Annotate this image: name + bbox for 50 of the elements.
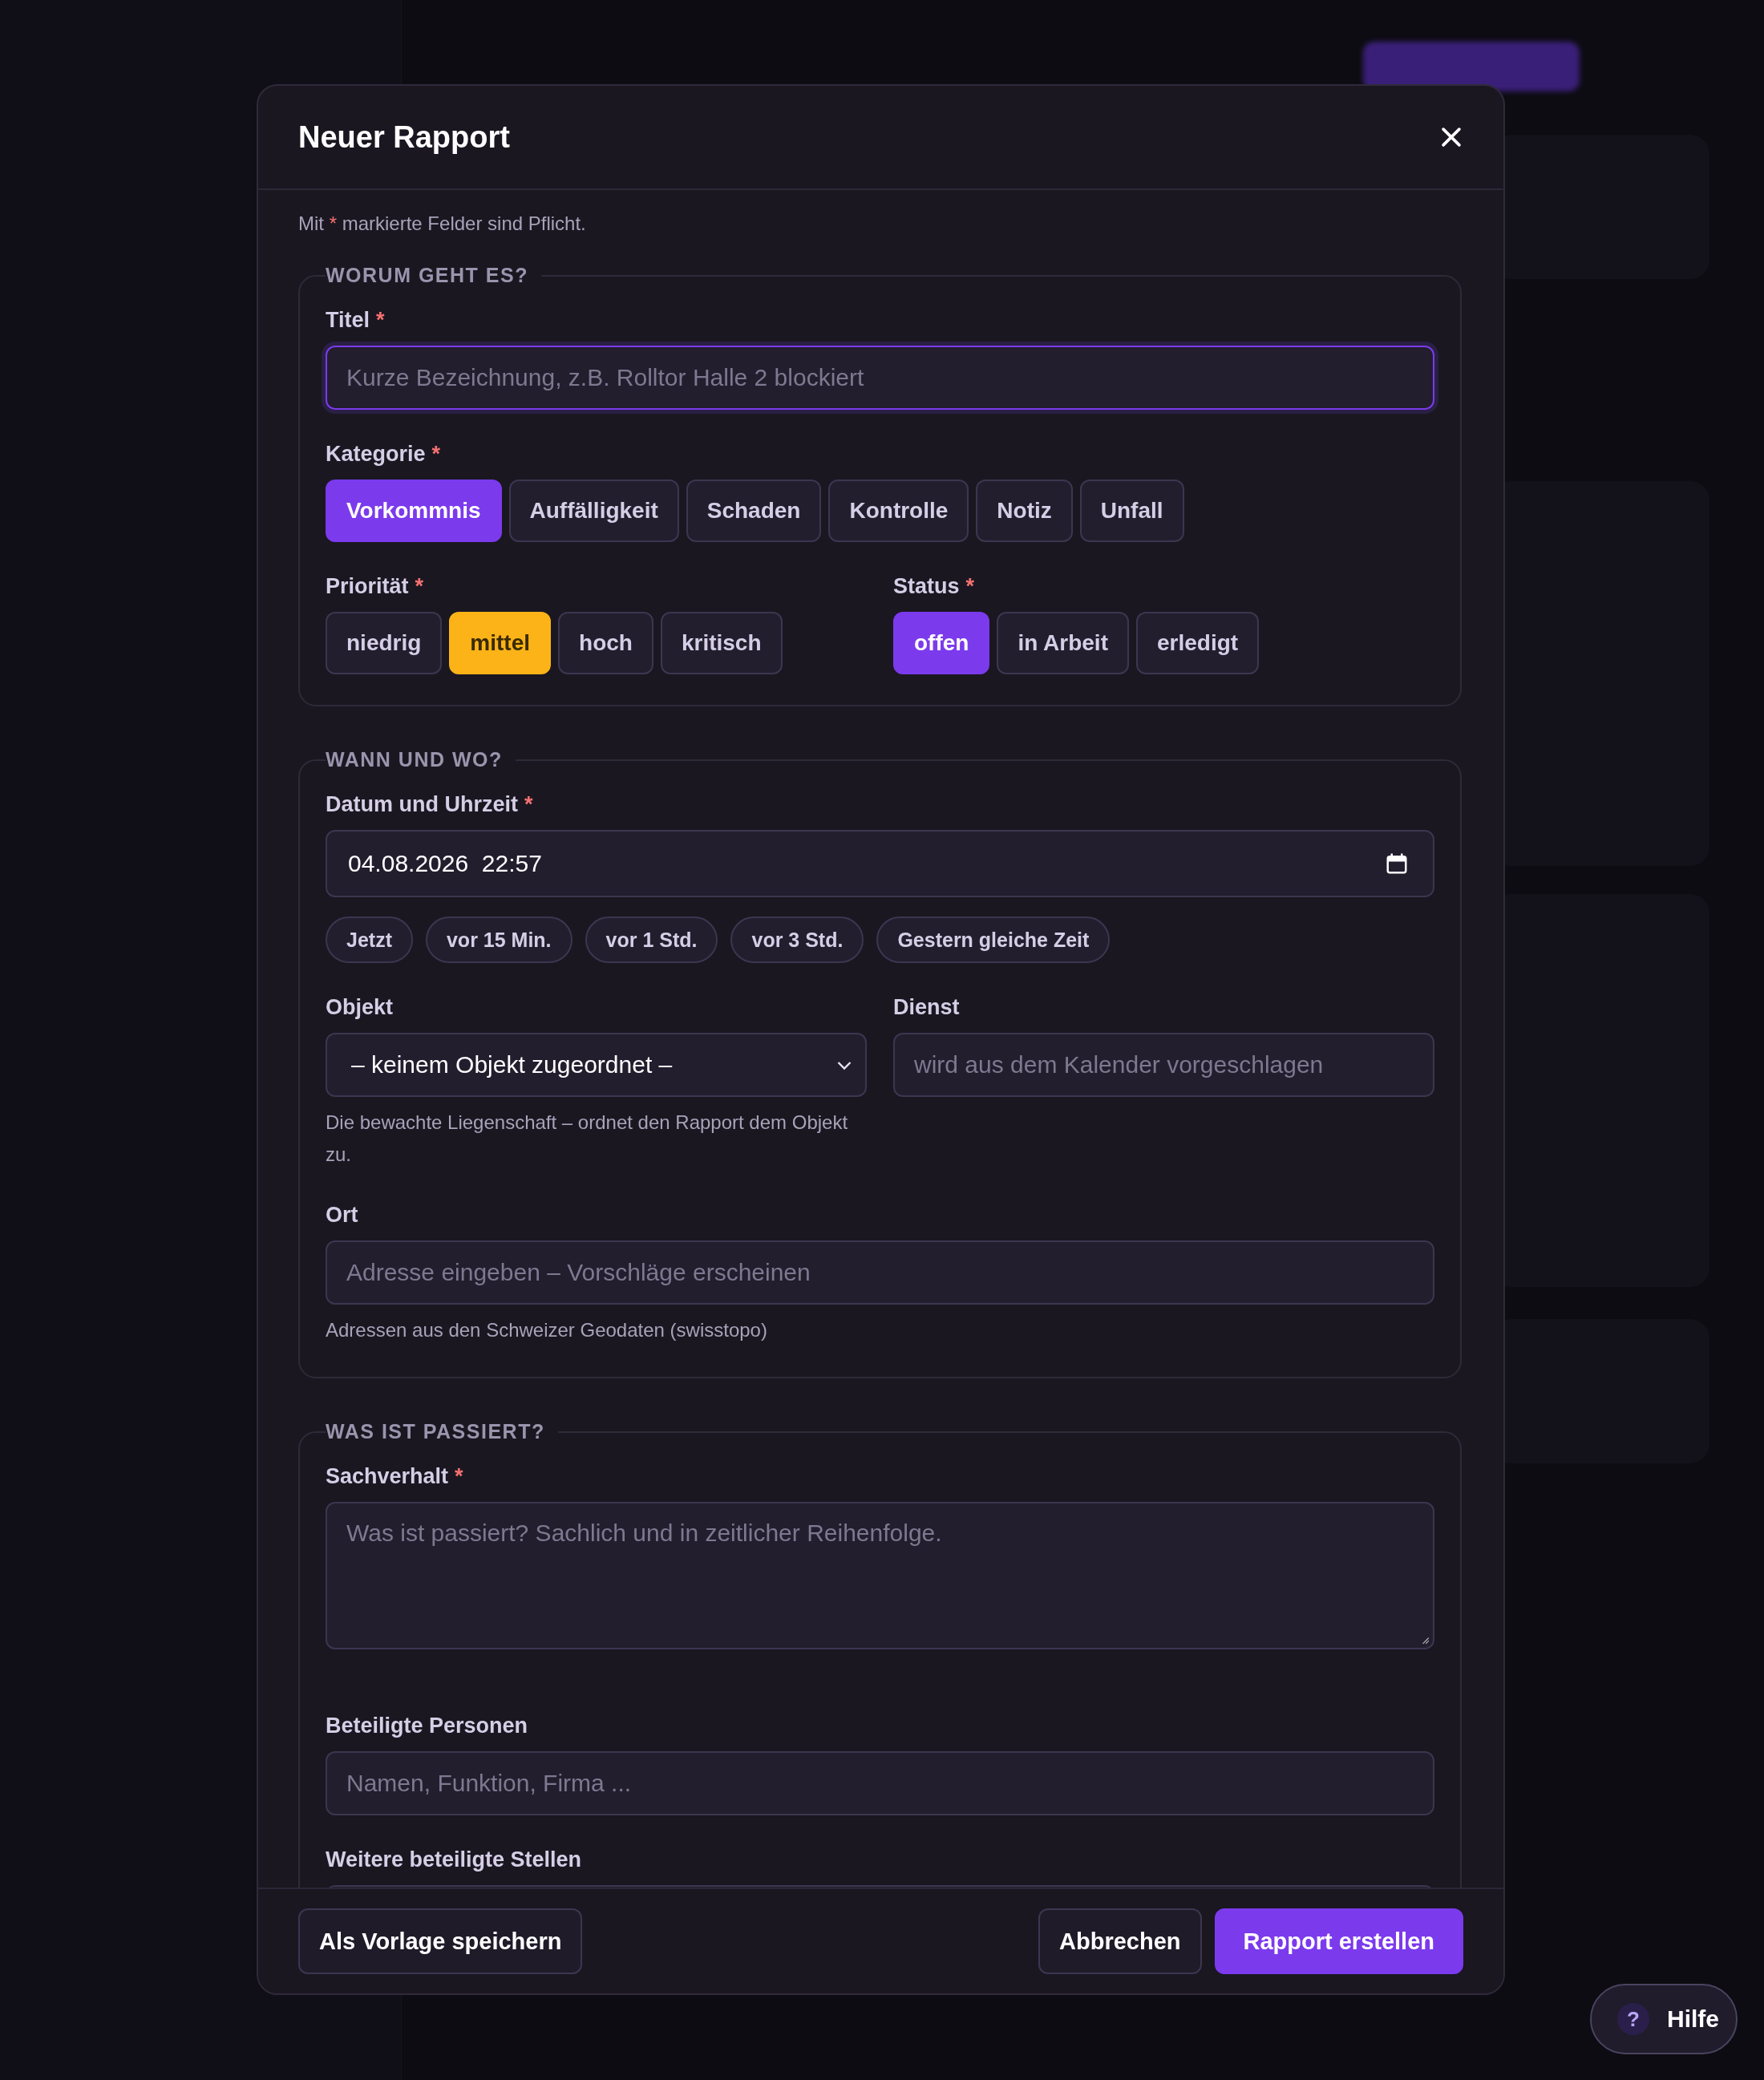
text-field[interactable]: Kurze Bezeichnung, z.B. Rolltor Halle 2 blockiert xyxy=(326,346,1434,410)
dialog-title: Neuer Rapport xyxy=(298,119,510,155)
resize-grip-icon[interactable] xyxy=(1420,1635,1430,1645)
calendar-icon[interactable] xyxy=(1385,852,1409,876)
field-hint: Die bewachte Liegenschaft – ordnet den Rapport dem Objekt zu. xyxy=(326,1111,849,1167)
text-area[interactable]: Was ist passiert? Sachlich und in zeitlicher Reihenfolge. xyxy=(326,1502,1434,1649)
datetime-field[interactable]: 04.08.2026 22:57 xyxy=(326,830,1434,897)
section-legend: WANN UND WO? xyxy=(326,748,516,771)
time-preset-button[interactable]: vor 15 Min. xyxy=(425,917,572,963)
field-label: Objekt xyxy=(326,995,394,1020)
field-label: Dienst xyxy=(893,995,961,1020)
text-field[interactable]: wird aus dem Kalender vorgeschlagen xyxy=(893,1033,1434,1097)
option-chip[interactable]: Vorkommnis xyxy=(326,480,502,542)
submit-button[interactable]: Rapport erstellen xyxy=(1214,1908,1463,1974)
field-hint: Adressen aus den Schweizer Geodaten (swisstopo) xyxy=(326,1318,768,1342)
option-chip[interactable]: Unfall xyxy=(1079,480,1184,542)
help-button[interactable]: ? Hilfe xyxy=(1590,1984,1738,2054)
field-label: Priorität * xyxy=(326,574,425,599)
option-chip[interactable]: Auffälligkeit xyxy=(508,480,679,542)
field-label: Ort xyxy=(326,1203,359,1228)
option-chip[interactable]: mittel xyxy=(449,612,552,674)
time-preset-button[interactable]: vor 1 Std. xyxy=(585,917,718,963)
option-chip[interactable]: Kontrolle xyxy=(828,480,969,542)
text-field[interactable]: Adresse eingeben – Vorschläge erscheinen xyxy=(326,1240,1434,1305)
option-chip[interactable]: Notiz xyxy=(976,480,1073,542)
option-chip[interactable]: in Arbeit xyxy=(997,612,1129,674)
option-chip[interactable]: kritisch xyxy=(660,612,783,674)
field-label: Sachverhalt * xyxy=(326,1464,464,1489)
section-legend: WAS IST PASSIERT? xyxy=(326,1420,558,1443)
field-label: Beteiligte Personen xyxy=(326,1714,529,1738)
option-chip[interactable]: Schaden xyxy=(686,480,822,542)
option-chip[interactable]: hoch xyxy=(558,612,653,674)
time-preset-button[interactable]: Jetzt xyxy=(326,917,413,963)
text-field[interactable]: Namen, Funktion, Firma ... xyxy=(326,1751,1434,1815)
save-template-button[interactable]: Als Vorlage speichern xyxy=(298,1908,583,1974)
section-legend: WORUM GEHT ES? xyxy=(326,264,541,287)
field-label: Titel * xyxy=(326,308,386,333)
field-label: Datum und Uhrzeit * xyxy=(326,792,534,817)
object-select[interactable]: – keinem Objekt zugeordnet – xyxy=(326,1033,867,1097)
field-label: Weitere beteiligte Stellen xyxy=(326,1847,583,1872)
cancel-button[interactable]: Abbrechen xyxy=(1038,1908,1202,1974)
field-label: Kategorie * xyxy=(326,442,442,467)
question-icon: ? xyxy=(1617,2003,1649,2035)
required-note: Mit * markierte Felder sind Pflicht. xyxy=(298,212,587,235)
time-preset-button[interactable]: Gestern gleiche Zeit xyxy=(876,917,1111,963)
option-chip[interactable]: offen xyxy=(893,612,990,674)
option-chip[interactable]: niedrig xyxy=(326,612,443,674)
time-preset-button[interactable]: vor 3 Std. xyxy=(730,917,864,963)
option-chip[interactable]: erledigt xyxy=(1135,612,1260,674)
field-label: Status * xyxy=(893,574,976,599)
